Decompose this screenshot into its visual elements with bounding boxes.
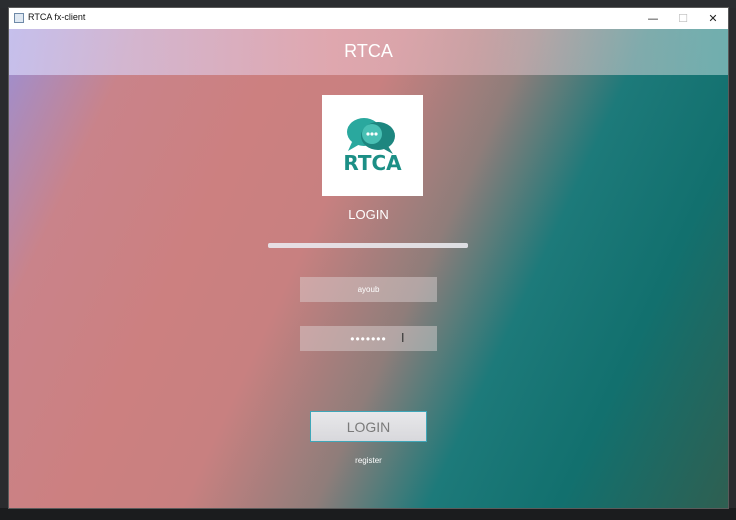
progress-bar — [268, 243, 468, 248]
window-titlebar[interactable]: RTCA fx-client — ☐ ✕ — [9, 8, 728, 30]
maximize-button[interactable]: ☐ — [668, 8, 698, 29]
password-input[interactable]: ••••••• — [300, 326, 437, 351]
login-screen: RTCA RTCA LOGIN ayoub ••••••• I LOGIN re… — [9, 29, 728, 508]
window-title: RTCA fx-client — [28, 12, 86, 22]
minimize-button[interactable]: — — [638, 8, 668, 29]
register-link[interactable]: register — [9, 456, 728, 465]
background-ide-left-panel — [0, 8, 9, 520]
text-cursor-icon: I — [401, 331, 405, 345]
close-button[interactable]: ✕ — [698, 8, 728, 29]
username-input[interactable]: ayoub — [300, 277, 437, 302]
app-header-title: RTCA — [344, 41, 393, 61]
background-ide-menubar — [0, 0, 736, 8]
progress-bar-fill — [268, 243, 468, 248]
logo-text: RTCA — [343, 151, 402, 175]
background-ide-right-panel — [728, 8, 736, 520]
login-heading: LOGIN — [348, 207, 389, 222]
chat-bubbles-icon — [347, 118, 395, 154]
app-window: RTCA fx-client — ☐ ✕ RTCA RTCA LOGIN ayo… — [9, 8, 728, 508]
app-logo: RTCA — [322, 95, 423, 196]
app-header: RTCA — [9, 29, 728, 75]
app-window-icon — [14, 13, 24, 23]
login-button[interactable]: LOGIN — [310, 411, 427, 442]
background-ide-bottom-panel — [0, 508, 736, 520]
